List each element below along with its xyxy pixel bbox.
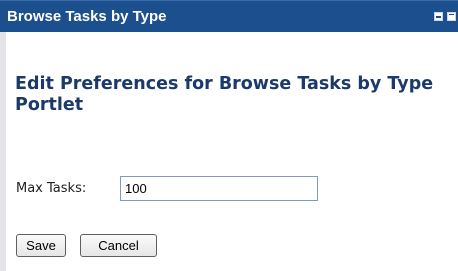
cancel-button[interactable]: Cancel — [80, 234, 157, 257]
max-tasks-input[interactable] — [120, 176, 318, 201]
maximize-icon[interactable] — [447, 12, 456, 21]
page-title: Edit Preferences for Browse Tasks by Typ… — [15, 74, 434, 115]
portlet-title: Browse Tasks by Type — [7, 8, 167, 25]
portlet-window: Browse Tasks by Type Edit Preferences fo… — [0, 0, 458, 271]
minimize-icon[interactable] — [434, 12, 443, 21]
max-tasks-label: Max Tasks: — [16, 181, 87, 196]
save-button[interactable]: Save — [16, 234, 66, 257]
portlet-titlebar: Browse Tasks by Type — [0, 0, 458, 32]
portlet-left-border — [0, 32, 6, 271]
